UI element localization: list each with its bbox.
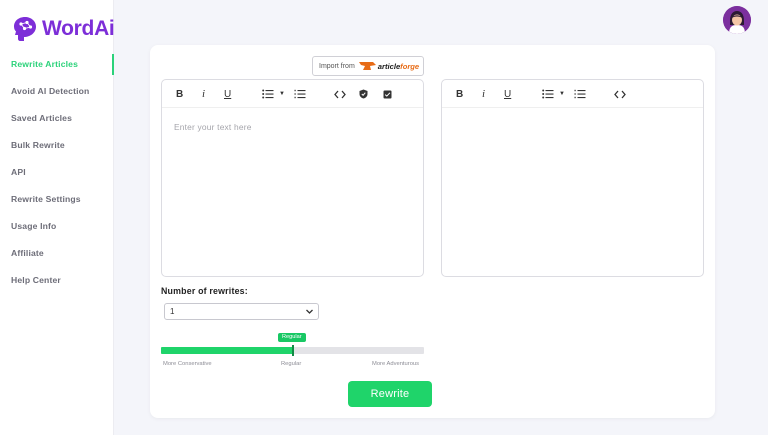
sidebar-item-avoid-ai-detection[interactable]: Avoid AI Detection	[0, 82, 114, 109]
slider-fill	[161, 347, 293, 354]
numbered-list-icon[interactable]	[574, 87, 586, 101]
rewrites-select[interactable]: 1	[164, 303, 319, 320]
import-from-articleforge-button[interactable]: Import from articleforge	[312, 56, 424, 76]
user-avatar-icon	[723, 6, 751, 34]
import-label: Import from	[319, 62, 355, 70]
rewrite-panel: Import from articleforge B i U ▼ Enter y…	[150, 45, 715, 418]
sidebar-item-help-center[interactable]: Help Center	[0, 271, 114, 298]
input-editor-toolbar: B i U ▼	[162, 80, 423, 108]
sidebar-item-saved-articles[interactable]: Saved Articles	[0, 109, 114, 136]
underline-icon[interactable]: U	[504, 87, 511, 101]
shield-icon[interactable]	[359, 87, 368, 101]
check-box-icon[interactable]	[383, 87, 392, 101]
dropdown-caret-icon[interactable]: ▼	[559, 87, 565, 101]
sidebar-item-bulk-rewrite[interactable]: Bulk Rewrite	[0, 136, 114, 163]
bold-icon[interactable]: B	[176, 87, 183, 101]
sidebar-item-rewrite-articles[interactable]: Rewrite Articles	[0, 54, 114, 82]
slider-label-regular: Regular	[281, 361, 302, 367]
sidebar-nav: Rewrite Articles Avoid AI Detection Save…	[0, 54, 114, 298]
brand-forge: forge	[400, 61, 420, 71]
dropdown-caret-icon[interactable]: ▼	[279, 87, 285, 101]
chevron-down-icon	[306, 309, 313, 314]
sidebar: WordAi Rewrite Articles Avoid AI Detecti…	[0, 0, 115, 435]
input-text-area[interactable]: Enter your text here	[174, 122, 252, 132]
code-icon[interactable]	[334, 87, 346, 101]
underline-icon[interactable]: U	[224, 87, 231, 101]
sidebar-item-affiliate[interactable]: Affiliate	[0, 244, 114, 271]
output-editor-toolbar: B i U ▼	[442, 80, 703, 108]
slider-label-conservative: More Conservative	[163, 361, 212, 367]
slider-value-tag: Regular	[278, 333, 306, 342]
slider-label-adventurous: More Adventurous	[372, 361, 420, 367]
logo[interactable]: WordAi	[10, 14, 115, 44]
rewrite-button[interactable]: Rewrite	[348, 381, 432, 407]
brain-logo-icon	[14, 17, 36, 41]
avatar[interactable]	[723, 6, 751, 34]
slider-thumb[interactable]	[291, 345, 294, 356]
rewrites-selected-value: 1	[170, 307, 175, 316]
numbered-list-icon[interactable]	[294, 87, 306, 101]
sidebar-item-usage-info[interactable]: Usage Info	[0, 217, 114, 244]
rewrites-label: Number of rewrites:	[161, 286, 248, 296]
rewrite-style-slider[interactable]	[161, 345, 424, 356]
output-text-area[interactable]	[454, 120, 691, 266]
italic-icon[interactable]: i	[482, 87, 485, 101]
bold-icon[interactable]: B	[456, 87, 463, 101]
italic-icon[interactable]: i	[202, 87, 205, 101]
app-name: WordAi	[42, 17, 115, 40]
input-editor: B i U ▼ Enter your text here	[161, 79, 424, 277]
brand-article: article	[377, 61, 401, 71]
sidebar-item-api[interactable]: API	[0, 163, 114, 190]
output-editor: B i U ▼	[441, 79, 704, 277]
bullet-list-icon[interactable]	[542, 87, 554, 101]
anvil-icon	[358, 62, 376, 70]
bullet-list-icon[interactable]	[262, 87, 274, 101]
code-icon[interactable]	[614, 87, 626, 101]
articleforge-logo: articleforge	[358, 61, 420, 71]
sidebar-item-rewrite-settings[interactable]: Rewrite Settings	[0, 190, 114, 217]
